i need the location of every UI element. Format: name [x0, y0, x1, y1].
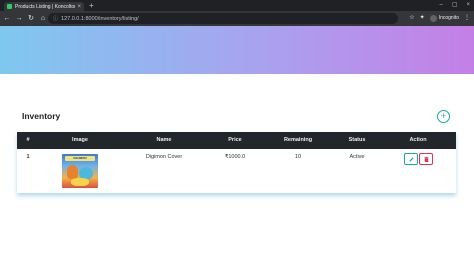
- home-icon[interactable]: ⌂: [38, 15, 48, 22]
- favicon-icon: [7, 4, 12, 9]
- forward-icon[interactable]: →: [14, 15, 24, 22]
- address-bar[interactable]: ⓘ 127.0.0.1:8000/inventory/listing/: [48, 13, 398, 24]
- reload-icon[interactable]: ↻: [26, 15, 36, 22]
- incognito-icon: [429, 15, 437, 22]
- plus-icon: +: [440, 111, 447, 121]
- hero-banner: [0, 26, 474, 74]
- address-url: 127.0.0.1:8000/inventory/listing/: [61, 15, 139, 22]
- pencil-icon: [408, 156, 414, 162]
- column-header-image: Image: [72, 137, 88, 143]
- column-header-remaining: Remaining: [283, 137, 313, 143]
- browser-tab-strip: Products Listing | Koncoltore × + – ▢ ×: [0, 0, 474, 11]
- product-status: Active: [349, 154, 365, 160]
- column-header-price: Price: [228, 137, 242, 143]
- new-tab-icon[interactable]: +: [89, 1, 94, 11]
- column-header-status: Status: [348, 137, 366, 143]
- product-image: DIGIMON: [62, 154, 98, 188]
- tab-title: Products Listing | Koncoltore: [15, 3, 76, 10]
- edit-button[interactable]: [404, 153, 418, 165]
- product-name: Digimon Cover: [145, 154, 183, 160]
- browser-tab[interactable]: Products Listing | Koncoltore ×: [4, 2, 84, 11]
- product-price: ₹1000.0: [224, 154, 246, 160]
- column-header-name: Name: [156, 137, 172, 143]
- incognito-indicator[interactable]: Incognito: [429, 14, 459, 23]
- trash-icon: [423, 156, 429, 162]
- add-product-button[interactable]: +: [437, 110, 450, 123]
- info-icon[interactable]: ⓘ: [53, 15, 58, 22]
- page-title: Inventory: [22, 111, 61, 121]
- window-controls: – ▢ ×: [439, 1, 470, 10]
- table-row: 1 DIGIMON Digimon Cover ₹1000.0 10 Activ…: [17, 149, 456, 193]
- table-header: # Image Name Price Remaining Status Acti…: [17, 132, 456, 149]
- product-image-logo: DIGIMON: [65, 156, 95, 161]
- delete-button[interactable]: [419, 153, 433, 165]
- close-tab-icon[interactable]: ×: [77, 4, 81, 10]
- row-number: 1: [26, 154, 30, 160]
- column-header-action: Action: [409, 137, 427, 143]
- toolbar-right: ☆ ✦ Incognito ⋮: [409, 14, 470, 23]
- window-close-icon[interactable]: ×: [466, 1, 470, 10]
- back-icon[interactable]: ←: [2, 15, 12, 22]
- product-remaining: 10: [294, 154, 302, 160]
- menu-kebab-icon[interactable]: ⋮: [464, 14, 470, 23]
- maximize-icon[interactable]: ▢: [452, 1, 458, 10]
- inventory-table: # Image Name Price Remaining Status Acti…: [17, 132, 456, 193]
- column-header-number: #: [26, 137, 30, 143]
- bookmark-star-icon[interactable]: ☆: [409, 14, 414, 23]
- product-image-figure: [71, 178, 89, 186]
- extensions-icon[interactable]: ✦: [420, 14, 425, 23]
- incognito-label: Incognito: [438, 15, 459, 21]
- browser-toolbar: ← → ↻ ⌂ ⓘ 127.0.0.1:8000/inventory/listi…: [0, 11, 474, 26]
- product-image-figure: [67, 165, 78, 179]
- minimize-icon[interactable]: –: [439, 1, 442, 10]
